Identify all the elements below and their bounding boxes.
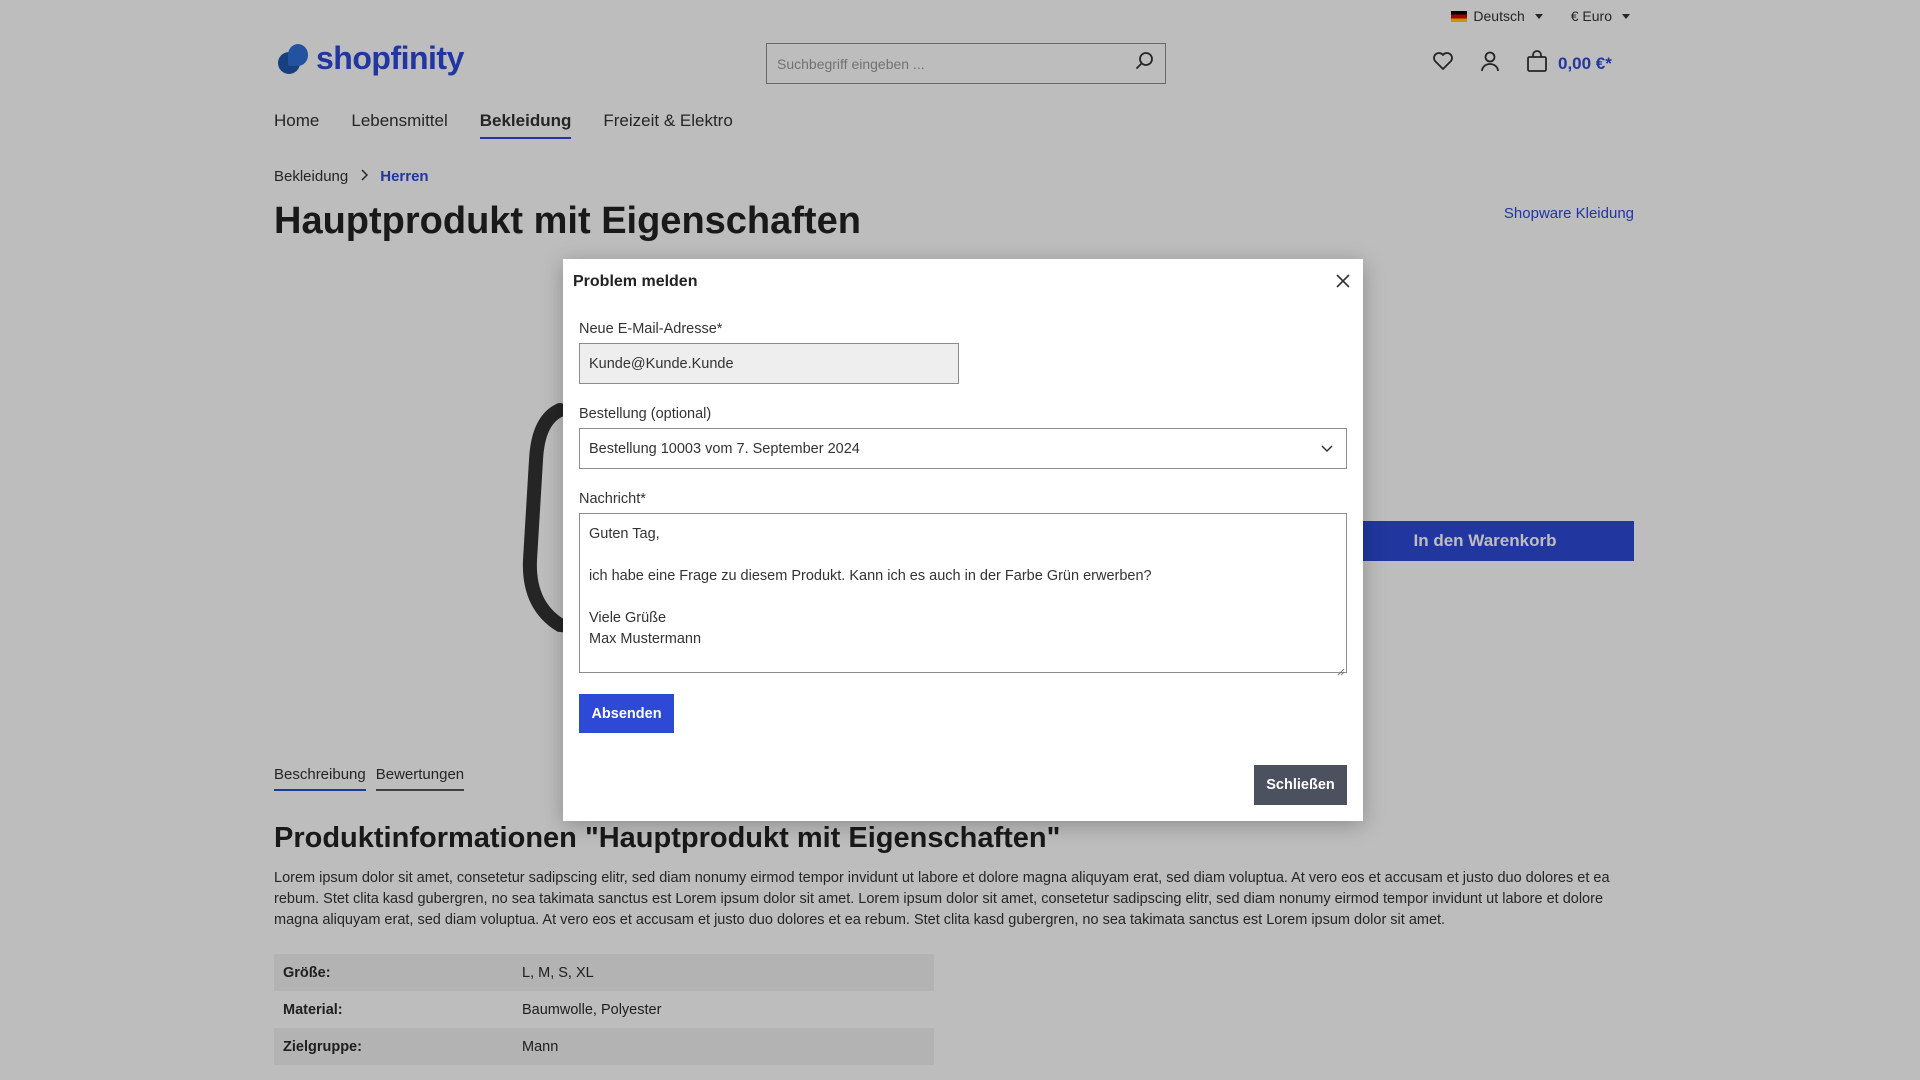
- email-label: Neue E-Mail-Adresse*: [579, 321, 723, 337]
- order-select[interactable]: Bestellung 10003 vom 7. September 2024: [579, 428, 1347, 469]
- email-field[interactable]: [579, 343, 959, 384]
- order-label: Bestellung (optional): [579, 406, 712, 422]
- message-label: Nachricht*: [579, 491, 646, 507]
- report-problem-modal: Problem melden Neue E-Mail-Adresse* Best…: [563, 259, 1363, 821]
- submit-button[interactable]: Absenden: [579, 694, 674, 733]
- modal-title: Problem melden: [573, 273, 698, 290]
- close-button[interactable]: Schließen: [1254, 765, 1347, 805]
- close-icon[interactable]: [1331, 269, 1355, 293]
- message-textarea[interactable]: Guten Tag, ich habe eine Frage zu diesem…: [579, 513, 1347, 673]
- chevron-down-icon: [1320, 441, 1334, 459]
- order-select-value: Bestellung 10003 vom 7. September 2024: [589, 440, 860, 457]
- page: Deutsch € Euro shopfinity Suchbegriff ei…: [0, 0, 1920, 1080]
- resize-grip-icon[interactable]: [1337, 663, 1345, 676]
